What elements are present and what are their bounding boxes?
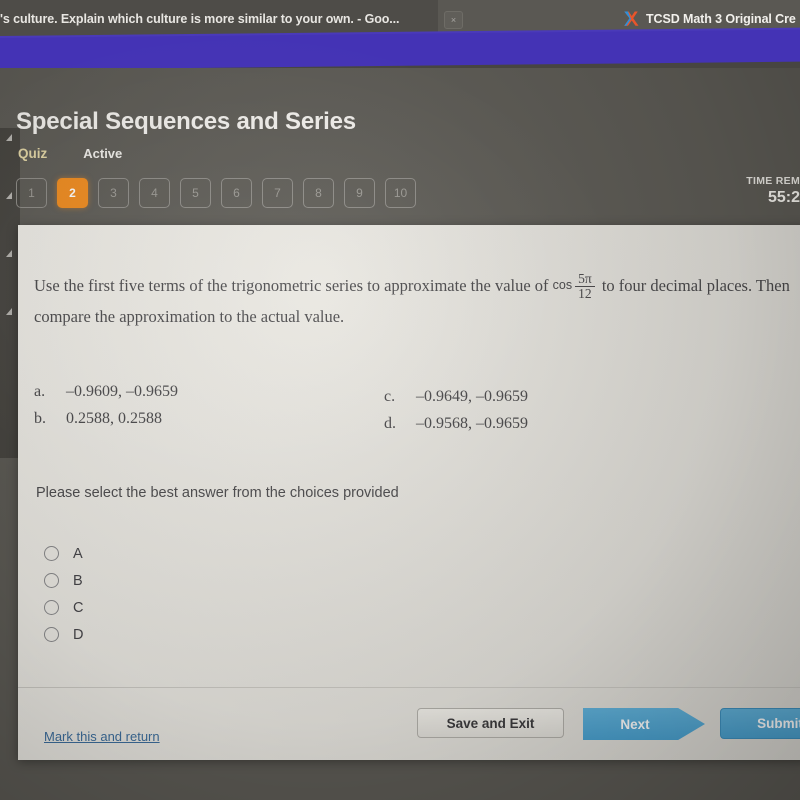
fraction-denominator: 12: [575, 285, 595, 301]
radio-option-a[interactable]: A: [44, 540, 83, 567]
question-number-5[interactable]: 5: [180, 178, 211, 208]
answer-choice-value: 0.2588, 0.2588: [66, 410, 162, 427]
page-title: Special Sequences and Series: [16, 108, 356, 135]
answer-choice-b: b. 0.2588, 0.2588: [34, 410, 364, 428]
save-and-exit-button[interactable]: Save and Exit: [417, 708, 564, 738]
instruction-text: Please select the best answer from the c…: [36, 485, 399, 501]
answer-choice-letter: b.: [34, 410, 46, 427]
question-number-9[interactable]: 9: [344, 178, 375, 208]
browser-tab-title: 's culture. Explain which culture is mor…: [0, 12, 400, 26]
fraction-numerator: 5π: [578, 270, 592, 286]
time-remaining-value: 55:2: [767, 189, 800, 206]
footer-divider: [18, 687, 800, 688]
radio-icon[interactable]: [44, 546, 59, 561]
question-text: Use the first five terms of the trigonom…: [34, 270, 794, 332]
radio-option-b[interactable]: B: [44, 567, 83, 594]
rail-marker-icon: [6, 308, 12, 315]
radio-option-label: D: [73, 626, 84, 643]
answer-choice-a: a. –0.9609, –0.9659: [34, 383, 364, 401]
rail-marker-icon: [6, 250, 12, 257]
question-number-3[interactable]: 3: [98, 178, 129, 208]
fraction: 5π 12: [575, 270, 595, 301]
radio-icon[interactable]: [44, 627, 59, 642]
screen: 's culture. Explain which culture is mor…: [0, 0, 800, 800]
radio-option-c[interactable]: C: [44, 594, 83, 621]
browser-tab-title: TCSD Math 3 Original Cre: [646, 12, 796, 26]
question-text-part2: to four decimal places. Then: [601, 276, 790, 295]
submit-button[interactable]: Submit: [720, 708, 800, 739]
radio-option-label: A: [73, 545, 83, 562]
mark-this-and-return-link[interactable]: Mark this and return: [44, 729, 160, 744]
question-number-10[interactable]: 10: [385, 178, 416, 208]
answer-choices-left-column: a. –0.9609, –0.9659 b. 0.2588, 0.2588: [34, 383, 364, 437]
time-remaining-label: TIME REM: [746, 175, 800, 187]
answer-choice-letter: d.: [384, 415, 396, 432]
quiz-meta: Quiz Active: [18, 146, 122, 161]
question-number-1[interactable]: 1: [16, 178, 47, 208]
question-function-label: cos: [552, 278, 573, 292]
rail-marker-icon: [6, 134, 12, 141]
question-number-4[interactable]: 4: [139, 178, 170, 208]
time-remaining: TIME REM 55:2: [680, 175, 800, 207]
radio-option-d[interactable]: D: [44, 621, 83, 648]
answer-radio-group: A B C D: [44, 540, 83, 648]
answer-choice-letter: c.: [384, 388, 396, 405]
answer-choice-value: –0.9609, –0.9659: [66, 383, 178, 400]
question-text-part1: Use the first five terms of the trigonom…: [34, 276, 549, 295]
answer-choices-right-column: c. –0.9649, –0.9659 d. –0.9568, –0.9659: [384, 388, 714, 442]
question-card: Use the first five terms of the trigonom…: [18, 225, 800, 760]
answer-choice-d: d. –0.9568, –0.9659: [384, 415, 714, 433]
radio-icon[interactable]: [44, 600, 59, 615]
answer-choice-value: –0.9568, –0.9659: [416, 415, 528, 432]
x-logo-icon: [622, 10, 640, 28]
answer-choice-c: c. –0.9649, –0.9659: [384, 388, 714, 406]
answer-choice-letter: a.: [34, 383, 46, 400]
close-icon[interactable]: ×: [444, 11, 463, 29]
question-number-8[interactable]: 8: [303, 178, 334, 208]
question-number-nav: 1 2 3 4 5 6 7 8 9 10: [16, 178, 416, 208]
radio-option-label: C: [73, 599, 84, 616]
radio-option-label: B: [73, 572, 83, 589]
quiz-page: Special Sequences and Series Quiz Active…: [0, 68, 800, 800]
quiz-type-label: Quiz: [18, 146, 48, 161]
question-number-7[interactable]: 7: [262, 178, 293, 208]
radio-icon[interactable]: [44, 573, 59, 588]
question-text-part3: compare the approximation to the actual …: [34, 306, 345, 326]
status-badge: Active: [83, 146, 123, 161]
question-number-6[interactable]: 6: [221, 178, 252, 208]
answer-choice-value: –0.9649, –0.9659: [416, 388, 528, 405]
question-number-2[interactable]: 2: [57, 178, 88, 208]
rail-marker-icon: [6, 192, 12, 199]
